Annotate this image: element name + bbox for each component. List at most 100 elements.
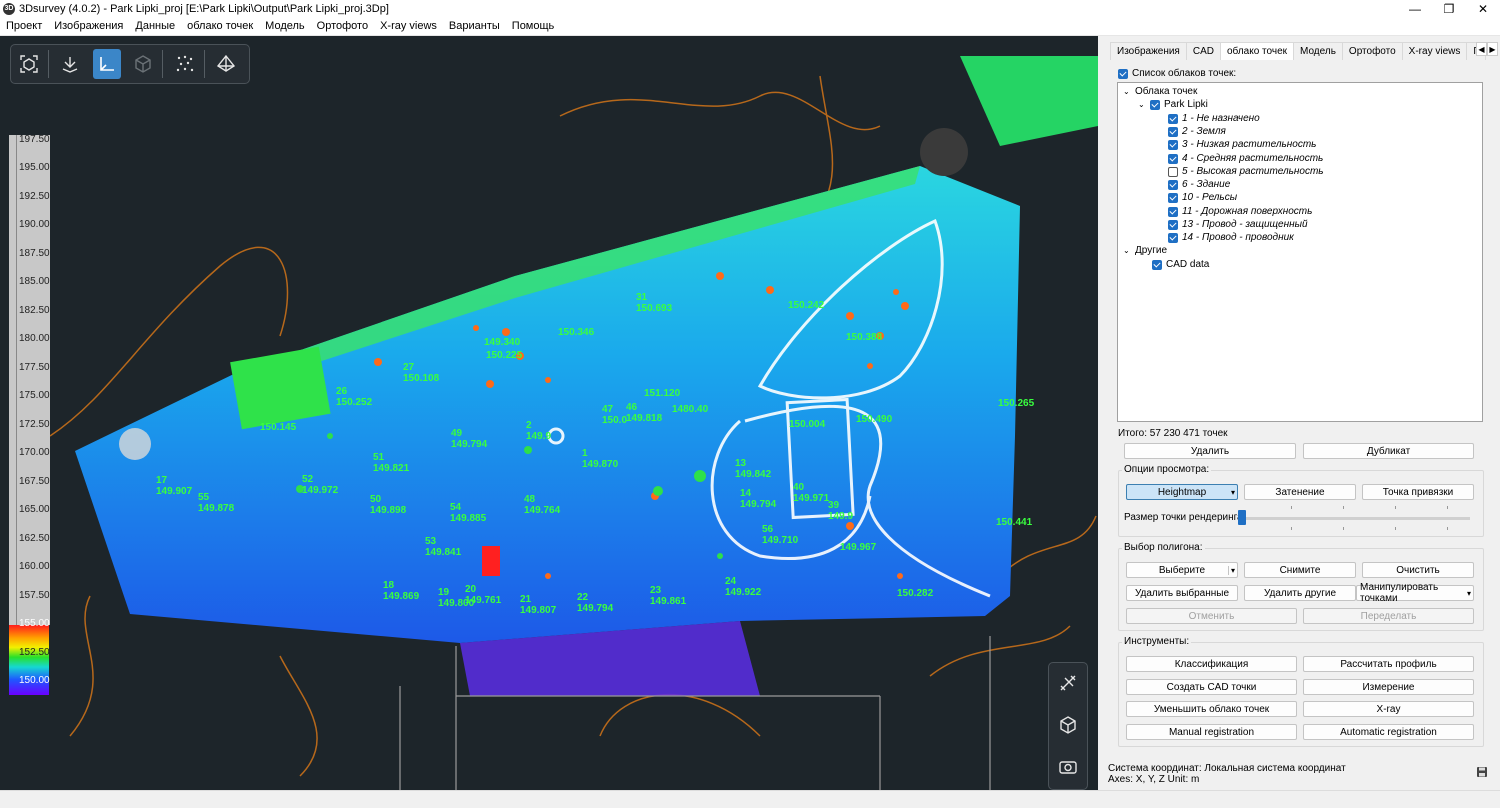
cube-export-icon[interactable]	[1057, 714, 1079, 739]
tree-class-item[interactable]: 11 - Дорожная поверхность	[1168, 205, 1312, 218]
slider-tick	[1291, 506, 1292, 509]
manipulate-points-select[interactable]: Манипулировать точками ▾	[1356, 582, 1474, 604]
menu-help[interactable]: Помощь	[506, 17, 561, 36]
checkbox-icon[interactable]	[1168, 139, 1178, 150]
menu-data[interactable]: Данные	[129, 17, 181, 36]
menu-xray-views[interactable]: X-ray views	[374, 17, 443, 36]
point-size-track[interactable]	[1238, 517, 1470, 520]
polygon-deselect-button[interactable]: Снимите	[1244, 562, 1356, 578]
view-options-group	[1118, 470, 1484, 537]
delete-button[interactable]: Удалить	[1124, 443, 1296, 459]
snap-point-button[interactable]: Точка привязки	[1362, 484, 1474, 500]
point-cloud-tree[interactable]: ⌄ Облака точек ⌄ Park Lipki 1 - Не назна…	[1117, 82, 1483, 422]
checkbox-icon[interactable]	[1168, 206, 1178, 217]
scale-tick: 190.00	[19, 219, 50, 230]
chevron-down-icon[interactable]: ⌄	[1138, 100, 1146, 109]
axes-icon[interactable]	[93, 49, 121, 79]
menu-project[interactable]: Проект	[0, 17, 48, 36]
checkbox-icon[interactable]	[1152, 259, 1162, 270]
drone-icon[interactable]	[1057, 672, 1079, 697]
checkbox-icon[interactable]	[1168, 113, 1178, 124]
redo-button[interactable]: Переделать	[1303, 608, 1474, 624]
coordinate-system: Система координат: Локальная система коо…	[1108, 763, 1346, 774]
checkbox-icon[interactable]	[1168, 126, 1178, 137]
checkbox-icon[interactable]	[1118, 68, 1128, 79]
checkbox-icon[interactable]	[1150, 99, 1160, 110]
tools-title: Инструменты:	[1122, 636, 1192, 647]
map-label: 22 149.794	[577, 592, 614, 614]
checkbox-icon[interactable]	[1168, 179, 1178, 190]
save-icon[interactable]	[1476, 766, 1488, 781]
tree-class-item[interactable]: 3 - Низкая растительность	[1168, 138, 1316, 151]
reduce-cloud-button[interactable]: Уменьшить облако точек	[1126, 701, 1297, 717]
close-button[interactable]: ✕	[1466, 0, 1500, 17]
class-label: 4 - Средняя растительность	[1182, 153, 1324, 164]
tab-model[interactable]: Модель	[1293, 42, 1343, 60]
pyramid-icon[interactable]	[213, 49, 241, 79]
tree-class-item[interactable]: 1 - Не назначено	[1168, 112, 1260, 125]
delete-others-button[interactable]: Удалить другие	[1244, 585, 1356, 601]
profile-button[interactable]: Рассчитать профиль	[1303, 656, 1474, 672]
classification-button[interactable]: Классификация	[1126, 656, 1297, 672]
camera-icon[interactable]	[1057, 756, 1079, 781]
menu-model[interactable]: Модель	[259, 17, 310, 36]
xray-button[interactable]: X-ray	[1303, 701, 1474, 717]
tree-project[interactable]: ⌄ Park Lipki	[1138, 98, 1208, 111]
tab-xray-views[interactable]: X-ray views	[1401, 42, 1468, 60]
tree-class-item[interactable]: 5 - Высокая растительность	[1168, 165, 1324, 178]
undo-button[interactable]: Отменить	[1126, 608, 1297, 624]
tree-class-item[interactable]: 6 - Здание	[1168, 178, 1230, 191]
scale-tick: 195.00	[19, 162, 50, 173]
point-cloud-list-toggle[interactable]: Список облаков точек:	[1118, 68, 1236, 79]
tab-scroll-right-icon[interactable]: ▶	[1487, 42, 1498, 56]
tab-point-cloud[interactable]: облако точек	[1219, 42, 1295, 60]
measure-button[interactable]: Измерение	[1303, 679, 1474, 695]
tree-cad-item[interactable]: CAD data	[1152, 258, 1209, 271]
chevron-down-icon[interactable]: ▾	[1227, 565, 1235, 575]
shading-button[interactable]: Затенение	[1244, 484, 1356, 500]
fit-view-icon[interactable]	[15, 49, 43, 79]
menu-orthophoto[interactable]: Ортофото	[311, 17, 374, 36]
menu-point-cloud[interactable]: облако точек	[181, 17, 259, 36]
manual-registration-button[interactable]: Manual registration	[1126, 724, 1297, 740]
chevron-down-icon[interactable]: ⌄	[1123, 246, 1131, 255]
checkbox-icon[interactable]	[1168, 219, 1178, 230]
duplicate-button[interactable]: Дубликат	[1303, 443, 1474, 459]
points-icon[interactable]	[171, 49, 199, 79]
tree-class-item[interactable]: 14 - Провод - проводник	[1168, 231, 1294, 244]
tree-class-item[interactable]: 13 - Провод - защищенный	[1168, 218, 1308, 231]
delete-selected-button[interactable]: Удалить выбранные	[1126, 585, 1238, 601]
point-size-slider[interactable]	[1238, 510, 1246, 525]
cad-points-button[interactable]: Создать CAD точки	[1126, 679, 1297, 695]
maximize-button[interactable]: ❐	[1432, 0, 1466, 17]
class-label: 14 - Провод - проводник	[1182, 232, 1294, 243]
tab-cad[interactable]: CAD	[1185, 42, 1221, 60]
tree-class-item[interactable]: 2 - Земля	[1168, 125, 1226, 138]
checkbox-icon[interactable]	[1168, 232, 1178, 243]
cube-icon[interactable]	[130, 49, 158, 79]
chevron-down-icon[interactable]: ▾	[1231, 488, 1235, 497]
download-icon[interactable]	[56, 49, 84, 79]
tree-other[interactable]: ⌄ Другие	[1123, 244, 1167, 257]
automatic-registration-button[interactable]: Automatic registration	[1303, 724, 1474, 740]
tree-class-item[interactable]: 10 - Рельсы	[1168, 191, 1237, 204]
tree-class-item[interactable]: 4 - Средняя растительность	[1168, 152, 1323, 165]
tab-images[interactable]: Изображения	[1110, 42, 1187, 60]
cad-label: CAD data	[1166, 259, 1210, 270]
minimize-button[interactable]: —	[1398, 0, 1432, 17]
polygon-clear-button[interactable]: Очистить	[1362, 562, 1474, 578]
chevron-down-icon[interactable]: ⌄	[1123, 87, 1131, 96]
tab-scroll-left-icon[interactable]: ◀	[1476, 42, 1487, 56]
tab-orthophoto[interactable]: Ортофото	[1341, 42, 1403, 60]
point-cloud-viewport[interactable]: 27 150.108 26 150.252 150.145 49 149.794…	[0, 36, 1098, 790]
right-panel: Изображения CAD облако точек Модель Орто…	[1098, 36, 1500, 790]
tree-root[interactable]: ⌄ Облака точек	[1123, 85, 1197, 98]
chevron-down-icon[interactable]: ▾	[1467, 589, 1471, 598]
menu-images[interactable]: Изображения	[48, 17, 129, 36]
checkbox-icon[interactable]	[1168, 153, 1178, 164]
checkbox-icon[interactable]	[1168, 166, 1178, 177]
polygon-select-button[interactable]: Выберите ▾	[1126, 562, 1238, 578]
checkbox-icon[interactable]	[1168, 192, 1178, 203]
heightmap-select[interactable]: Heightmap ▾	[1126, 484, 1238, 500]
menu-variants[interactable]: Варианты	[443, 17, 506, 36]
